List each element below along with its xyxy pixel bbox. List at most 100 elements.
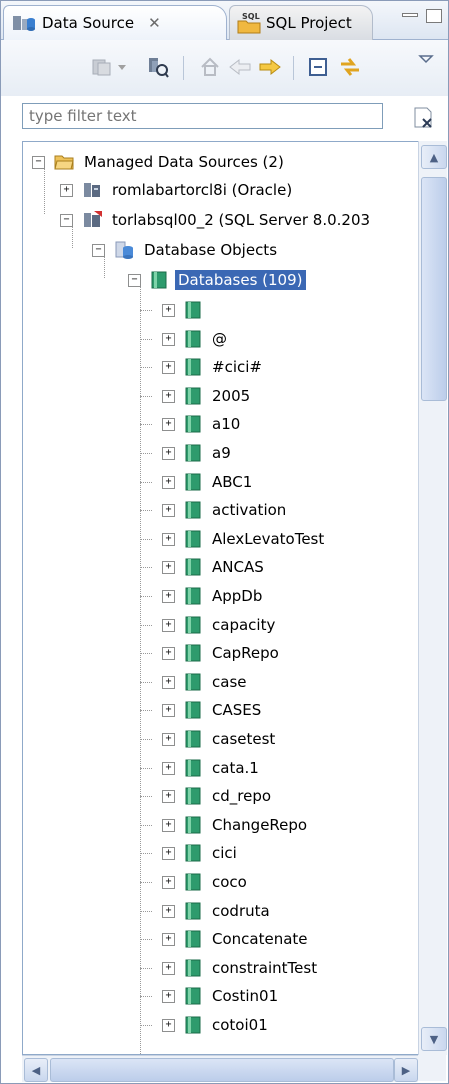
- database-item[interactable]: + cd_repo: [162, 782, 274, 810]
- tree-node-managed-data-sources[interactable]: − Managed Data Sources (2): [32, 148, 287, 176]
- tab-data-source[interactable]: Data Source ✕: [3, 5, 227, 40]
- expand-icon[interactable]: +: [162, 1018, 175, 1032]
- expand-icon[interactable]: +: [162, 904, 175, 918]
- scroll-right-icon[interactable]: ▶: [394, 1058, 418, 1082]
- filter-input[interactable]: [22, 103, 383, 129]
- expand-icon[interactable]: +: [162, 732, 175, 746]
- tree-node-label: Database Objects: [144, 241, 278, 259]
- database-item-label: AlexLevatoTest: [212, 530, 325, 548]
- expand-icon[interactable]: +: [162, 503, 175, 517]
- database-item[interactable]: + a9: [162, 439, 234, 467]
- database-item-label: 2005: [212, 387, 251, 405]
- database-item[interactable]: +2005: [162, 382, 253, 410]
- expand-icon[interactable]: +: [162, 875, 175, 889]
- vertical-scrollbar[interactable]: ▲ ▼: [418, 141, 447, 1055]
- dropdown-arrow-icon[interactable]: [115, 54, 129, 80]
- expand-icon[interactable]: +: [162, 818, 175, 832]
- tree-node-connection-oracle[interactable]: + romlabartorcl8i (Oracle): [60, 176, 295, 204]
- scroll-thumb[interactable]: [421, 177, 447, 401]
- database-connection-icon: [84, 211, 102, 227]
- expand-icon[interactable]: +: [162, 475, 175, 489]
- expand-icon[interactable]: +: [162, 646, 175, 660]
- toolbar-separator: [293, 56, 294, 80]
- tree-connector: [140, 310, 152, 311]
- database-item[interactable]: + activation: [162, 496, 289, 524]
- database-item[interactable]: + ChangeRepo: [162, 811, 310, 839]
- expand-icon[interactable]: +: [162, 961, 175, 975]
- scroll-thumb[interactable]: [50, 1058, 394, 1082]
- collapse-icon[interactable]: −: [128, 273, 141, 287]
- database-item[interactable]: +: [162, 296, 215, 324]
- expand-icon[interactable]: +: [162, 932, 175, 946]
- forward-arrow-icon[interactable]: [257, 54, 283, 80]
- database-item[interactable]: + CapRepo: [162, 639, 282, 667]
- expand-icon[interactable]: +: [162, 618, 175, 632]
- database-icon: [185, 701, 201, 719]
- database-item[interactable]: + cata.1: [162, 754, 262, 782]
- expand-icon[interactable]: +: [162, 446, 175, 460]
- database-item[interactable]: + case: [162, 668, 249, 696]
- tree-connector: [140, 1025, 152, 1026]
- link-with-editor-icon[interactable]: [337, 54, 363, 80]
- expand-icon[interactable]: +: [162, 389, 175, 403]
- tree-node-databases[interactable]: − Databases (109): [128, 266, 306, 294]
- expand-icon[interactable]: +: [60, 183, 73, 197]
- database-item[interactable]: + ANCAS: [162, 553, 267, 581]
- collapse-icon[interactable]: −: [32, 155, 45, 169]
- tree-node-connection-sqlserver[interactable]: − torlabsql00_2 (SQL Server 8.0.203: [60, 206, 373, 234]
- tab-sql-project[interactable]: SQL SQL Project: [229, 5, 373, 40]
- database-item[interactable]: + AppDb: [162, 582, 265, 610]
- home-icon[interactable]: [197, 54, 223, 80]
- close-icon[interactable]: ✕: [148, 14, 161, 32]
- expand-icon[interactable]: +: [162, 589, 175, 603]
- expand-icon[interactable]: +: [162, 789, 175, 803]
- expand-icon[interactable]: +: [162, 303, 175, 317]
- collapse-icon[interactable]: −: [60, 213, 73, 227]
- database-item[interactable]: + ABC1: [162, 468, 255, 496]
- database-item[interactable]: + AlexLevatoTest: [162, 525, 327, 553]
- expand-icon[interactable]: +: [162, 846, 175, 860]
- database-item[interactable]: + Costin01: [162, 982, 281, 1010]
- database-item[interactable]: + cici: [162, 839, 240, 867]
- database-item[interactable]: + @: [162, 325, 230, 353]
- expand-icon[interactable]: +: [162, 761, 175, 775]
- database-item[interactable]: + constraintTest: [162, 954, 320, 982]
- database-item[interactable]: + Concatenate: [162, 925, 311, 953]
- expand-icon[interactable]: +: [162, 703, 175, 717]
- expand-icon[interactable]: +: [162, 560, 175, 574]
- database-item[interactable]: + CASES: [162, 696, 264, 724]
- expand-icon[interactable]: +: [162, 332, 175, 346]
- tree-node-label: torlabsql00_2 (SQL Server 8.0.203: [112, 211, 371, 229]
- database-item[interactable]: + a10: [162, 410, 243, 438]
- expand-icon[interactable]: +: [162, 675, 175, 689]
- database-icon: [185, 644, 201, 662]
- database-item[interactable]: + codruta: [162, 897, 273, 925]
- scroll-down-icon[interactable]: ▼: [421, 1027, 447, 1051]
- back-arrow-icon[interactable]: [227, 54, 253, 80]
- collapse-all-icon[interactable]: [305, 54, 331, 80]
- database-item[interactable]: + capacity: [162, 611, 278, 639]
- horizontal-scrollbar[interactable]: ◀ ▶: [22, 1055, 418, 1082]
- expand-icon[interactable]: +: [162, 360, 175, 374]
- tree-node-database-objects[interactable]: − Database Objects: [92, 236, 280, 264]
- expand-icon[interactable]: +: [162, 417, 175, 431]
- clear-filter-icon[interactable]: [411, 105, 437, 131]
- minimize-icon[interactable]: [402, 13, 418, 17]
- filter-connection-icon[interactable]: [145, 54, 171, 80]
- database-item[interactable]: + casetest: [162, 725, 278, 753]
- tree-connector: [140, 339, 152, 340]
- scroll-left-icon[interactable]: ◀: [24, 1058, 48, 1082]
- database-item[interactable]: + #cici#: [162, 353, 265, 381]
- collapse-icon[interactable]: −: [92, 243, 105, 257]
- maximize-icon[interactable]: [426, 9, 442, 23]
- view-menu-icon[interactable]: [413, 46, 439, 72]
- new-connection-icon[interactable]: [89, 54, 115, 80]
- database-item[interactable]: + coco: [162, 868, 250, 896]
- database-item[interactable]: + cotoi01: [162, 1011, 271, 1039]
- expand-icon[interactable]: +: [162, 989, 175, 1003]
- expand-icon[interactable]: +: [162, 532, 175, 546]
- database-icon: [185, 844, 201, 862]
- data-source-tree[interactable]: − Managed Data Sources (2) + romlabartor…: [22, 141, 419, 1055]
- tree-connector: [140, 882, 152, 883]
- scroll-up-icon[interactable]: ▲: [421, 145, 447, 169]
